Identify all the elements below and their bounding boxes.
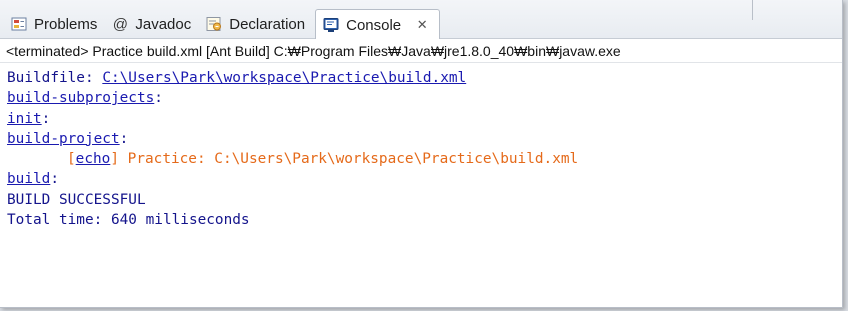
- tab-declaration[interactable]: Declaration: [199, 9, 313, 39]
- tab-console[interactable]: Console ✕: [315, 9, 441, 40]
- divider: [752, 0, 753, 20]
- tab-problems[interactable]: Problems: [4, 9, 105, 39]
- at-sign-icon: @: [112, 15, 128, 33]
- console-line: build-subprojects:: [7, 88, 842, 108]
- tab-list: Problems @ Javadoc Declaration Console ✕: [4, 9, 441, 40]
- target-link-build-subprojects[interactable]: build-subprojects: [7, 90, 154, 106]
- colon: :: [41, 110, 51, 127]
- buildfile-link[interactable]: C:\Users\Park\workspace\Practice\build.x…: [102, 70, 466, 86]
- echo-task-link[interactable]: echo: [76, 151, 111, 167]
- echo-message: Practice: C:\Users\Park\workspace\Practi…: [119, 151, 579, 168]
- colon: :: [119, 130, 129, 147]
- colon: :: [50, 171, 59, 188]
- view-tab-bar: Problems @ Javadoc Declaration Console ✕: [0, 0, 842, 40]
- echo-bracket-open: [: [67, 151, 76, 168]
- total-time: Total time: 640 milliseconds: [7, 212, 250, 229]
- tab-label: Console: [346, 16, 402, 34]
- colon: :: [154, 90, 163, 107]
- target-link-build-project[interactable]: build-project: [7, 131, 120, 147]
- console-line: init:: [7, 109, 842, 129]
- tab-label: Problems: [34, 15, 98, 33]
- close-icon[interactable]: ✕: [415, 17, 429, 32]
- console-line-echo: [echo] Practice: C:\Users\Park\workspace…: [7, 149, 842, 169]
- console-icon: [322, 16, 340, 34]
- console-line: Buildfile: C:\Users\Park\workspace\Pract…: [7, 68, 842, 88]
- build-result: BUILD SUCCESSFUL: [7, 191, 146, 208]
- target-link-init[interactable]: init: [7, 111, 42, 127]
- declaration-icon: [205, 15, 223, 33]
- console-view: Problems @ Javadoc Declaration Console ✕…: [0, 0, 843, 308]
- tab-label: Javadoc: [135, 15, 192, 33]
- problems-icon: [10, 15, 28, 33]
- console-line: build-project:: [7, 129, 842, 149]
- console-line: build:: [7, 169, 842, 189]
- echo-bracket-close: ]: [110, 151, 119, 168]
- process-status: <terminated> Practice build.xml [Ant Bui…: [0, 39, 842, 63]
- buildfile-label: Buildfile:: [7, 70, 103, 86]
- target-link-build[interactable]: build: [7, 171, 50, 187]
- console-output: Buildfile: C:\Users\Park\workspace\Pract…: [0, 64, 842, 307]
- tab-label: Declaration: [229, 15, 306, 33]
- tab-javadoc[interactable]: @ Javadoc: [105, 9, 199, 39]
